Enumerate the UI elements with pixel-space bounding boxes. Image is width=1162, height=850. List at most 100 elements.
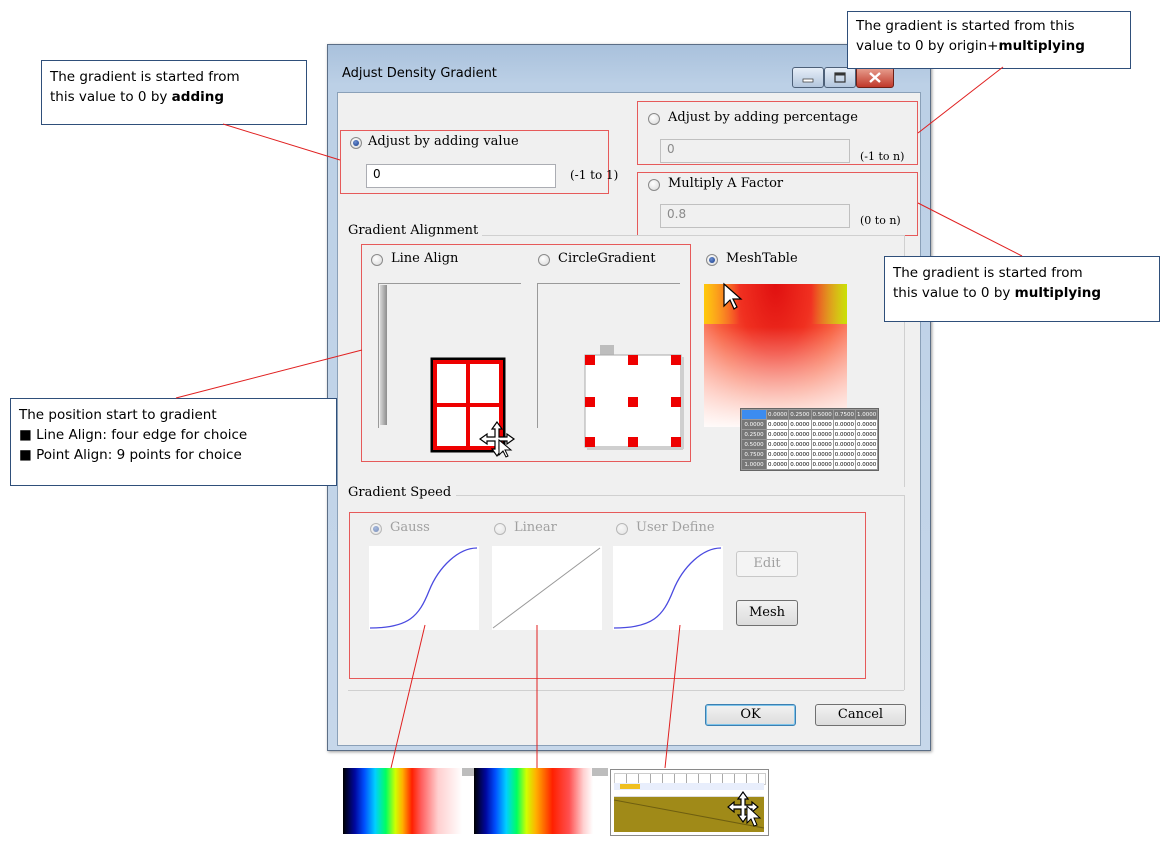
connector-adding <box>222 123 341 161</box>
user-define-radio[interactable] <box>616 523 628 535</box>
callout-adding-line2: this value to 0 by adding <box>50 87 298 107</box>
mesh-row-header: 1.0000 <box>741 459 767 470</box>
ok-button[interactable]: OK <box>705 704 796 726</box>
mesh-cell[interactable]: 0.0000 <box>832 419 857 430</box>
line-align-radio[interactable] <box>371 254 383 266</box>
callout-origin-bold: multiplying <box>998 38 1085 54</box>
swatch-handle <box>592 768 608 776</box>
mesh-table-radio[interactable] <box>706 254 718 266</box>
adding-percentage-input[interactable]: 0 <box>660 139 850 163</box>
circle-gradient-radio[interactable] <box>538 254 550 266</box>
mesh-header: 0.0000 <box>765 409 790 420</box>
mesh-cell[interactable]: 0.0000 <box>832 459 857 470</box>
callout-multiplying: The gradient is started from this value … <box>884 256 1160 322</box>
callout-multiplying-line2: this value to 0 by multiplying <box>893 283 1151 303</box>
mesh-cell[interactable]: 0.0000 <box>788 459 812 470</box>
mesh-cell[interactable]: 0.0000 <box>788 439 812 450</box>
callout-multiplying-line1: The gradient is started from <box>893 265 1083 281</box>
multiply-factor-input[interactable]: 0.8 <box>660 204 850 228</box>
mesh-row-header: 0.0000 <box>741 419 767 430</box>
callout-adding-prefix: this value to 0 by <box>50 89 172 105</box>
cancel-button[interactable]: Cancel <box>815 704 906 726</box>
user-define-curve-preview <box>613 546 723 630</box>
callout-multiplying-bold: multiplying <box>1014 285 1102 301</box>
callout-position-line1: The position start to gradient <box>19 407 217 423</box>
mesh-cell[interactable]: 0.0000 <box>788 429 812 440</box>
mesh-cell[interactable]: 0.0000 <box>765 449 790 460</box>
callout-multiplying-prefix: this value to 0 by <box>893 285 1015 301</box>
gradient-alignment-rule <box>482 235 904 236</box>
mesh-row-header: 0.5000 <box>741 439 767 450</box>
callout-origin-multiplying: The gradient is started from this value … <box>847 11 1131 69</box>
mesh-cell[interactable]: 0.0000 <box>854 439 879 450</box>
gauss-result-swatch <box>343 768 462 834</box>
mesh-cell[interactable]: 0.0000 <box>832 429 857 440</box>
adding-percentage-label: Adjust by adding percentage <box>668 110 858 125</box>
maximize-button[interactable] <box>824 67 856 88</box>
gauss-label: Gauss <box>390 520 430 535</box>
gradient-alignment-label: Gradient Alignment <box>348 223 479 238</box>
adding-percentage-range: (-1 to n) <box>860 150 905 163</box>
mesh-table-grid[interactable]: 0.0000 0.2500 0.5000 0.7500 1.0000 0.000… <box>740 408 880 471</box>
mesh-cell[interactable]: 0.0000 <box>854 459 879 470</box>
mesh-cell[interactable]: 0.0000 <box>810 439 834 450</box>
mesh-header: 0.5000 <box>810 409 834 420</box>
mesh-cell[interactable]: 0.0000 <box>765 439 790 450</box>
user-define-label: User Define <box>636 520 715 535</box>
mesh-cell[interactable]: 0.0000 <box>854 449 879 460</box>
adding-value-input[interactable]: 0 <box>366 164 556 188</box>
gauss-curve-preview <box>369 546 479 630</box>
linear-label: Linear <box>514 520 557 535</box>
mesh-cell[interactable]: 0.0000 <box>788 419 812 430</box>
mesh-cell[interactable]: 0.0000 <box>810 419 834 430</box>
adding-value-range: (-1 to 1) <box>570 168 619 182</box>
callout-adding-line1: The gradient is started from <box>50 69 240 85</box>
gradient-speed-rule-right <box>904 495 905 690</box>
mesh-row-header: 0.7500 <box>741 449 767 460</box>
linear-curve-preview <box>492 546 602 630</box>
mesh-cell[interactable]: 0.0000 <box>832 439 857 450</box>
callout-position-line2-text: Line Align: four edge for choice <box>36 427 248 443</box>
close-button[interactable] <box>856 67 894 88</box>
mesh-cell[interactable]: 0.0000 <box>788 449 812 460</box>
mesh-header: 1.0000 <box>854 409 879 420</box>
minimize-button[interactable] <box>792 67 824 88</box>
mesh-table-label: MeshTable <box>726 251 798 266</box>
linear-result-swatch <box>474 768 593 834</box>
mesh-row-header: 0.2500 <box>741 429 767 440</box>
callout-origin-line2: value to 0 by origin+multiplying <box>856 36 1122 56</box>
mesh-cell[interactable]: 0.0000 <box>810 429 834 440</box>
callout-position-line3: ■ Point Align: 9 points for choice <box>19 445 328 465</box>
callout-origin-prefix: value to 0 by origin+ <box>856 38 999 54</box>
gauss-radio[interactable] <box>370 523 382 535</box>
mesh-cell[interactable]: 0.0000 <box>765 459 790 470</box>
mesh-cell[interactable]: 0.0000 <box>765 419 790 430</box>
edit-button[interactable]: Edit <box>736 551 798 577</box>
adding-percentage-radio[interactable] <box>648 113 660 125</box>
point-align-picker[interactable] <box>583 353 687 453</box>
callout-position-line3-text: Point Align: 9 points for choice <box>36 447 242 463</box>
multiply-factor-radio[interactable] <box>648 179 660 191</box>
circle-gradient-label: CircleGradient <box>558 251 656 266</box>
mesh-cell[interactable]: 0.0000 <box>854 419 879 430</box>
multiply-factor-range: (0 to n) <box>860 214 901 227</box>
minimize-icon <box>802 78 814 83</box>
linear-radio[interactable] <box>494 523 506 535</box>
mesh-cell[interactable]: 0.0000 <box>832 449 857 460</box>
mesh-header: 0.7500 <box>832 409 857 420</box>
callout-adding-bold: adding <box>171 89 225 105</box>
bullet-icon: ■ <box>19 447 32 463</box>
callout-adding: The gradient is started from this value … <box>41 60 307 125</box>
window-title: Adjust Density Gradient <box>342 66 497 81</box>
maximize-icon <box>834 72 846 83</box>
multiply-factor-label: Multiply A Factor <box>668 176 784 191</box>
mesh-cell[interactable]: 0.0000 <box>810 459 834 470</box>
gradient-speed-rule <box>456 495 904 496</box>
mesh-cell[interactable]: 0.0000 <box>765 429 790 440</box>
arrow-cursor-icon <box>723 282 743 310</box>
gradient-speed-rule-bottom <box>348 690 904 691</box>
mesh-cell[interactable]: 0.0000 <box>854 429 879 440</box>
adding-value-radio[interactable] <box>350 137 362 149</box>
mesh-cell[interactable]: 0.0000 <box>810 449 834 460</box>
mesh-button[interactable]: Mesh <box>736 600 798 626</box>
